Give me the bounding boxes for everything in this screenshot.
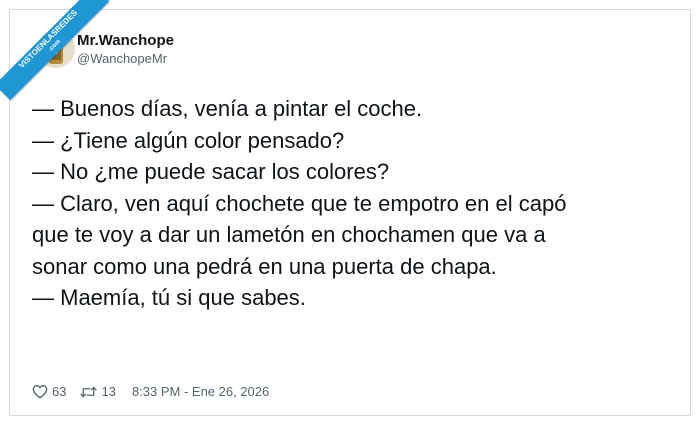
tweet-line: — Claro, ven aquí chochete que te empotr… (32, 190, 567, 216)
tweet-line: sonar como una pedrá en una puerta de ch… (32, 253, 497, 279)
like-button[interactable]: 63 (32, 384, 66, 399)
retweet-button[interactable]: 13 (80, 384, 116, 399)
tweet-stats: 63 13 8:33 PM - Ene 26, 2026 (32, 384, 269, 399)
tweet-line: — No ¿me puede sacar los colores? (32, 159, 390, 184)
retweet-icon (80, 386, 98, 397)
watermark-subtext: .com (47, 38, 62, 53)
tweet-card: VISTOENLASREDES .com Mr.Wanchope @Wancho… (0, 0, 691, 416)
tweet-line: — Buenos días, venía a pintar el coche. (32, 96, 423, 121)
tweet-text: — Buenos días, venía a pintar el coche. … (32, 93, 682, 314)
author-name[interactable]: Mr.Wanchope (77, 32, 174, 49)
like-count: 63 (52, 384, 67, 399)
tweet-timestamp[interactable]: 8:33 PM - Ene 26, 2026 (132, 384, 269, 399)
tweet-line: — Maemía, tú si que sabes. (32, 285, 306, 310)
author-handle[interactable]: @WanchopeMr (77, 51, 167, 66)
tweet-line: — ¿Tiene algún color pensado? (32, 127, 345, 153)
tweet-line: que te voy a dar un lametón en chochamen… (32, 222, 546, 247)
heart-icon (32, 385, 48, 399)
retweet-count: 13 (101, 384, 116, 399)
